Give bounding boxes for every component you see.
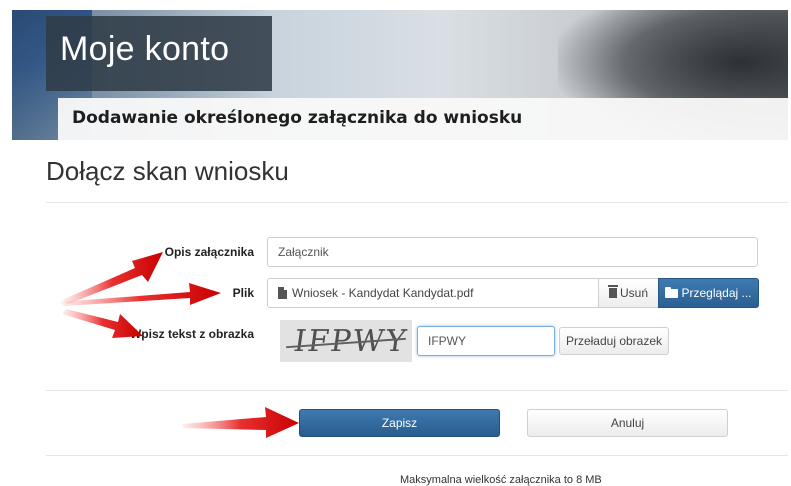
annotation-arrows (60, 252, 299, 438)
arrow-icon (62, 309, 143, 338)
arrow-icon (182, 407, 299, 438)
